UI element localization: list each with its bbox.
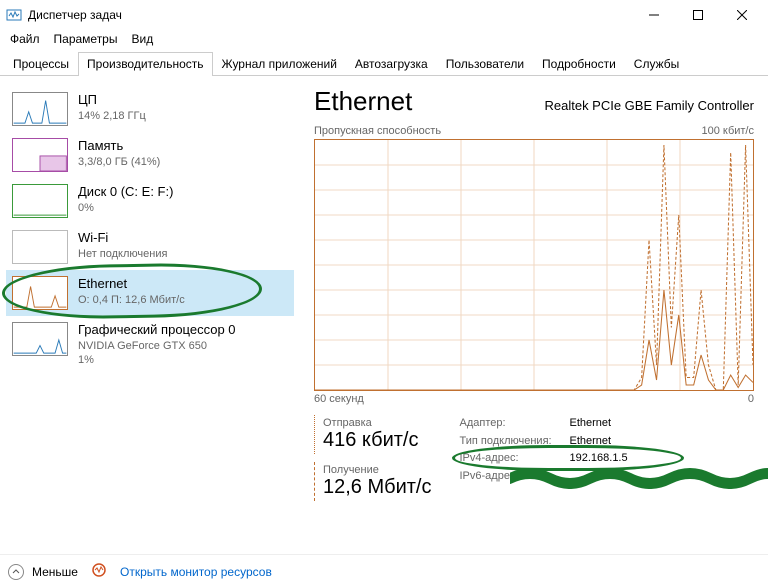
sidebar-cpu-title: ЦП bbox=[78, 92, 146, 109]
main-pane: Ethernet Realtek PCIe GBE Family Control… bbox=[300, 76, 768, 554]
open-resource-monitor-link[interactable]: Открыть монитор ресурсов bbox=[120, 565, 272, 579]
adapter-name: Realtek PCIe GBE Family Controller bbox=[544, 98, 754, 113]
kv-conn-v: Ethernet bbox=[570, 433, 612, 451]
app-icon bbox=[6, 7, 22, 23]
close-button[interactable] bbox=[720, 0, 764, 30]
stats-row: Отправка 416 кбит/с Получение 12,6 Мбит/… bbox=[314, 415, 754, 501]
sidebar-item-memory[interactable]: Память3,3/8,0 ГБ (41%) bbox=[6, 132, 294, 178]
details-kv: Адаптер:Ethernet Тип подключения:Etherne… bbox=[460, 415, 628, 501]
menu-view[interactable]: Вид bbox=[131, 32, 153, 46]
kv-adapter-k: Адаптер: bbox=[460, 415, 570, 433]
sidebar-disk-sub: 0% bbox=[78, 201, 173, 215]
resmon-icon bbox=[92, 563, 106, 580]
titlebar: Диспетчер задач bbox=[0, 0, 768, 30]
sidebar-gpu-sub2: 1% bbox=[78, 353, 236, 367]
axis-left: 60 секунд bbox=[314, 393, 364, 405]
sidebar-item-ethernet[interactable]: EthernetО: 0,4 П: 12,6 Мбит/с bbox=[6, 270, 294, 316]
sidebar-mem-title: Память bbox=[78, 138, 160, 155]
sidebar-gpu-sub: NVIDIA GeForce GTX 650 bbox=[78, 339, 236, 353]
stat-send: Отправка 416 кбит/с bbox=[314, 415, 432, 454]
collapse-icon[interactable] bbox=[8, 564, 24, 580]
sidebar-disk-title: Диск 0 (C: E: F:) bbox=[78, 184, 173, 201]
sidebar-eth-sub: О: 0,4 П: 12,6 Мбит/с bbox=[78, 293, 185, 307]
tab-users[interactable]: Пользователи bbox=[437, 52, 533, 76]
kv-conn-k: Тип подключения: bbox=[460, 433, 570, 451]
menubar: Файл Параметры Вид bbox=[0, 30, 768, 52]
kv-ipv4-v: 192.168.1.5 bbox=[570, 450, 628, 468]
ethernet-thumb-icon bbox=[12, 276, 68, 310]
tab-processes[interactable]: Процессы bbox=[4, 52, 78, 76]
maximize-button[interactable] bbox=[676, 0, 720, 30]
kv-ipv4-k: IPv4-адрес: bbox=[460, 450, 570, 468]
sidebar-item-wifi[interactable]: Wi-FiНет подключения bbox=[6, 224, 294, 270]
menu-file[interactable]: Файл bbox=[10, 32, 40, 46]
recv-label: Получение bbox=[323, 464, 432, 476]
sidebar-eth-title: Ethernet bbox=[78, 276, 185, 293]
page-title: Ethernet bbox=[314, 86, 412, 117]
sidebar-cpu-sub: 14% 2,18 ГГц bbox=[78, 109, 146, 123]
cpu-thumb-icon bbox=[12, 92, 68, 126]
kv-ipv6-k: IPv6-адрес: bbox=[460, 468, 570, 486]
sidebar-mem-sub: 3,3/8,0 ГБ (41%) bbox=[78, 155, 160, 169]
footer: Меньше Открыть монитор ресурсов bbox=[0, 554, 768, 588]
minimize-button[interactable] bbox=[632, 0, 676, 30]
gpu-thumb-icon bbox=[12, 322, 68, 356]
sidebar-item-gpu0[interactable]: Графический процессор 0NVIDIA GeForce GT… bbox=[6, 316, 294, 373]
memory-thumb-icon bbox=[12, 138, 68, 172]
chart-label-right: 100 кбит/с bbox=[701, 125, 754, 137]
sidebar-gpu-title: Графический процессор 0 bbox=[78, 322, 236, 339]
throughput-chart bbox=[314, 139, 754, 391]
tab-startup[interactable]: Автозагрузка bbox=[346, 52, 437, 76]
axis-right: 0 bbox=[748, 393, 754, 405]
sidebar-wifi-sub: Нет подключения bbox=[78, 247, 167, 261]
task-manager-window: Диспетчер задач Файл Параметры Вид Проце… bbox=[0, 0, 768, 588]
window-title: Диспетчер задач bbox=[28, 8, 122, 22]
send-label: Отправка bbox=[323, 417, 432, 429]
sidebar-wifi-title: Wi-Fi bbox=[78, 230, 167, 247]
chart-label-left: Пропускная способность bbox=[314, 125, 441, 137]
wifi-thumb-icon bbox=[12, 230, 68, 264]
kv-adapter-v: Ethernet bbox=[570, 415, 612, 433]
performance-sidebar: ЦП14% 2,18 ГГц Память3,3/8,0 ГБ (41%) Ди… bbox=[0, 76, 300, 554]
fewer-details-button[interactable]: Меньше bbox=[32, 565, 78, 579]
recv-value: 12,6 Мбит/с bbox=[323, 476, 432, 499]
menu-options[interactable]: Параметры bbox=[54, 32, 118, 46]
tab-services[interactable]: Службы bbox=[625, 52, 688, 76]
disk-thumb-icon bbox=[12, 184, 68, 218]
tabs: Процессы Производительность Журнал прило… bbox=[0, 52, 768, 76]
send-value: 416 кбит/с bbox=[323, 429, 432, 452]
stat-recv: Получение 12,6 Мбит/с bbox=[314, 462, 432, 501]
tab-performance[interactable]: Производительность bbox=[78, 52, 212, 76]
tab-details[interactable]: Подробности bbox=[533, 52, 625, 76]
sidebar-item-cpu[interactable]: ЦП14% 2,18 ГГц bbox=[6, 86, 294, 132]
tab-apphistory[interactable]: Журнал приложений bbox=[213, 52, 346, 76]
sidebar-item-disk0[interactable]: Диск 0 (C: E: F:)0% bbox=[6, 178, 294, 224]
